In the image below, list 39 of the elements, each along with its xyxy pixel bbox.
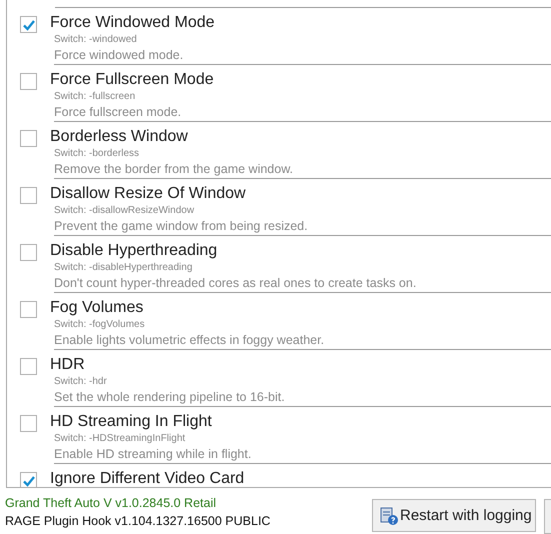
option-description: Set the whole rendering pipeline to 16-bit. <box>54 389 551 407</box>
checkbox[interactable] <box>20 244 37 261</box>
option-title: Borderless Window <box>50 127 189 147</box>
option-title: Disable Hyperthreading <box>50 241 218 261</box>
option-description: Enable HD streaming while in flight. <box>54 446 551 464</box>
switch-label: Switch: -hdr <box>54 375 108 389</box>
checkbox[interactable] <box>20 301 37 318</box>
option-title: Force Fullscreen Mode <box>50 70 215 90</box>
option-description: Don't count hyper-threaded cores as real ones to create tasks on. <box>54 275 551 293</box>
checkbox[interactable] <box>20 187 37 204</box>
option-title: HDR <box>50 355 86 375</box>
switch-label: Switch: -HDStreamingInFlight <box>54 432 186 446</box>
switch-label: Switch: -borderless <box>54 147 140 161</box>
option-title: Disallow Resize Of Window <box>50 184 247 204</box>
option-description: Remove the border from the game window. <box>54 161 551 179</box>
log-icon <box>379 506 399 526</box>
option-title: Ignore Different Video Card <box>50 469 246 487</box>
hook-version: RAGE Plugin Hook v1.104.1327.16500 PUBLIC <box>5 513 272 530</box>
option-title: Force Windowed Mode <box>50 13 216 33</box>
restart-button[interactable]: Restart with logging <box>372 499 536 532</box>
switch-label: Switch: -fullscreen <box>54 90 136 104</box>
switch-label: Switch: -windowed <box>54 33 138 47</box>
button[interactable] <box>544 499 551 534</box>
checkbox[interactable] <box>20 73 37 90</box>
checkbox[interactable] <box>20 130 37 147</box>
switch-label: Switch: -fogVolumes <box>54 318 146 332</box>
option-description: Prevent the game window from being resized. <box>54 218 551 236</box>
checkbox[interactable] <box>20 472 37 487</box>
option-description: Force fullscreen mode. <box>54 104 551 122</box>
option-description: Enable lights volumetric effects in foggy weather. <box>54 332 551 350</box>
switch-label: Switch: -disallowResizeWindow <box>54 204 196 218</box>
game-version: Grand Theft Auto V v1.0.2845.0 Retail <box>5 495 218 512</box>
option-description: Force windowed mode. <box>54 47 551 65</box>
checkbox[interactable] <box>20 358 37 375</box>
option-title: HD Streaming In Flight <box>50 412 213 432</box>
checkbox[interactable] <box>20 16 37 33</box>
switch-label: Switch: -disableHyperthreading <box>54 261 194 275</box>
option-title: Fog Volumes <box>50 298 144 318</box>
checkbox[interactable] <box>20 415 37 432</box>
